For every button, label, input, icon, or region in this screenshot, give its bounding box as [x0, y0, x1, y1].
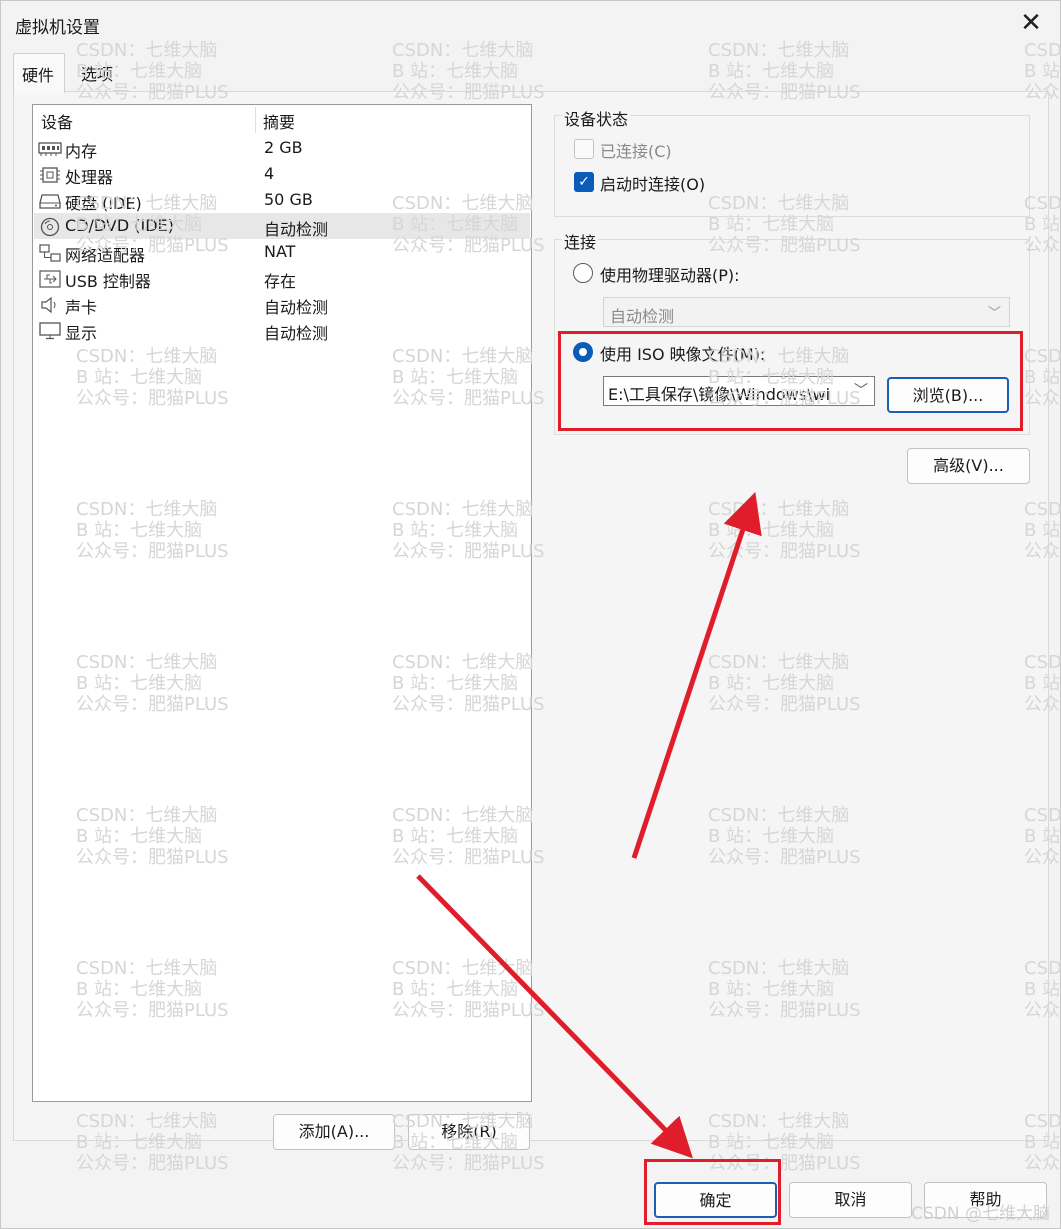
- remove-device-button[interactable]: 移除(R): [408, 1114, 530, 1150]
- iso-path-value: E:\工具保存\镜像\Windows\wi: [608, 385, 831, 404]
- device-summary: 50 GB: [264, 190, 313, 209]
- cd-dvd-icon: [40, 217, 60, 237]
- device-name: 网络适配器: [65, 246, 146, 265]
- connect-at-power-on-label: 启动时连接(O): [600, 175, 706, 194]
- device-summary: 自动检测: [264, 324, 329, 343]
- device-row-sound-card[interactable]: 声卡 自动检测: [34, 291, 530, 317]
- watermark-text: 公众号：肥猫PLUS: [1024, 1153, 1061, 1174]
- close-button[interactable]: ✕: [1016, 9, 1046, 39]
- harddisk-icon: [39, 194, 61, 209]
- connected-label: 已连接(C): [600, 142, 672, 161]
- device-row-processor[interactable]: 处理器 4: [34, 161, 530, 187]
- device-row-usb[interactable]: USB 控制器 存在: [34, 265, 530, 291]
- physical-drive-value: 自动检测: [610, 307, 675, 326]
- device-summary: 存在: [264, 272, 297, 291]
- title-bar: 虚拟机设置 ✕: [1, 1, 1060, 47]
- watermark-text: B 站：七维大脑: [1024, 61, 1061, 82]
- device-row-memory[interactable]: 内存 2 GB: [34, 135, 530, 161]
- watermark-text: B 站：七维大脑: [392, 61, 518, 82]
- monitor-icon: [39, 322, 61, 340]
- browse-button[interactable]: 浏览(B)...: [887, 377, 1009, 413]
- network-adapter-icon: [39, 244, 61, 262]
- physical-drive-select[interactable]: 自动检测 ﹀: [603, 297, 1010, 327]
- iso-image-label: 使用 ISO 映像文件(M):: [600, 345, 766, 364]
- device-name: 内存: [65, 142, 98, 161]
- iso-image-radio[interactable]: [573, 342, 593, 362]
- device-status-title: 设备状态: [562, 106, 631, 130]
- connected-checkbox[interactable]: [574, 139, 594, 159]
- cancel-button[interactable]: 取消: [789, 1182, 912, 1218]
- device-status-group: [554, 115, 1030, 217]
- watermark-text: 公众号：肥猫PLUS: [76, 1153, 229, 1174]
- device-name: 声卡: [65, 298, 98, 317]
- device-summary: 2 GB: [264, 138, 303, 157]
- device-name: 硬盘 (IDE): [65, 194, 142, 213]
- column-header-summary[interactable]: 摘要: [263, 109, 295, 133]
- device-row-cd-dvd[interactable]: CD/DVD (IDE) 自动检测: [34, 213, 530, 239]
- device-name: USB 控制器: [65, 272, 151, 291]
- connection-title: 连接: [562, 229, 599, 253]
- watermark-text: B 站：七维大脑: [708, 61, 834, 82]
- physical-drive-label: 使用物理驱动器(P):: [600, 266, 740, 285]
- device-name: 显示: [65, 324, 98, 343]
- processor-icon: [40, 167, 60, 183]
- watermark-text: 公众号：肥猫PLUS: [392, 1153, 545, 1174]
- connect-at-power-on-checkbox[interactable]: ✓: [574, 172, 594, 192]
- device-row-network-adapter[interactable]: 网络适配器 NAT: [34, 239, 530, 265]
- column-header-device[interactable]: 设备: [41, 109, 73, 133]
- vm-settings-window: 虚拟机设置 ✕ 硬件 选项 设备 摘要 内存 2 GB 处理器 4 硬盘 (ID…: [0, 0, 1061, 1229]
- device-summary: 4: [264, 164, 275, 183]
- speaker-icon: [41, 296, 56, 314]
- device-row-harddisk[interactable]: 硬盘 (IDE) 50 GB: [34, 187, 530, 213]
- device-list[interactable]: 设备 摘要 内存 2 GB 处理器 4 硬盘 (IDE) 50 GB CD/DV…: [32, 104, 532, 1102]
- watermark-text: 公众号：肥猫PLUS: [708, 1153, 861, 1174]
- chevron-down-icon[interactable]: ﹀: [852, 380, 868, 400]
- checkmark-icon: ✓: [578, 174, 590, 190]
- add-device-button[interactable]: 添加(A)...: [273, 1114, 395, 1150]
- window-title: 虚拟机设置: [15, 18, 100, 38]
- chevron-down-icon: ﹀: [987, 306, 1001, 321]
- tab-hardware[interactable]: 硬件: [13, 53, 65, 93]
- usb-icon: [39, 270, 61, 288]
- memory-icon: [38, 142, 62, 156]
- advanced-button[interactable]: 高级(V)...: [907, 448, 1030, 484]
- device-name: CD/DVD (IDE): [65, 216, 174, 235]
- device-summary: NAT: [264, 242, 296, 261]
- device-summary: 自动检测: [264, 220, 329, 239]
- device-summary: 自动检测: [264, 298, 329, 317]
- column-separator[interactable]: [255, 107, 256, 133]
- physical-drive-radio[interactable]: [573, 263, 593, 283]
- watermark-credit: CSDN @七维大脑: [911, 1204, 1050, 1224]
- ok-button[interactable]: 确定: [654, 1182, 777, 1218]
- tab-options[interactable]: 选项: [73, 57, 125, 91]
- iso-path-combobox[interactable]: E:\工具保存\镜像\Windows\wi ﹀: [603, 376, 875, 406]
- device-row-display[interactable]: 显示 自动检测: [34, 317, 530, 343]
- device-name: 处理器: [65, 168, 114, 187]
